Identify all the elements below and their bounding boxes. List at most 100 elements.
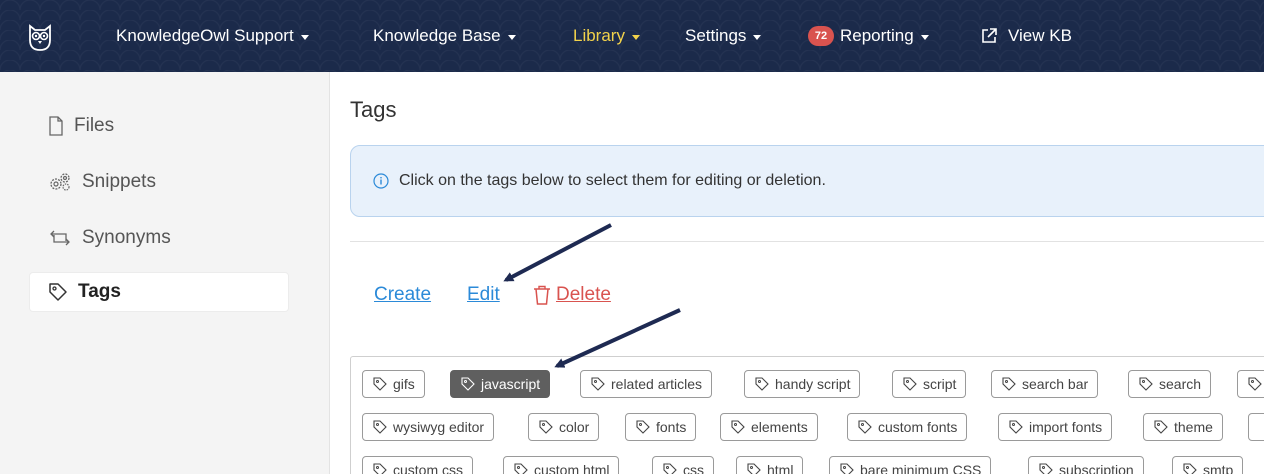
tag-icon <box>755 377 769 391</box>
tag-label: elements <box>751 419 808 435</box>
nav-label: Library <box>573 26 625 45</box>
file-icon <box>49 116 63 136</box>
tag-label: import fonts <box>1029 419 1103 435</box>
tag-item[interactable]: wysiwyg editor <box>362 413 495 441</box>
gears-icon <box>50 173 70 191</box>
sidebar-item-label: Synonyms <box>82 227 171 248</box>
info-icon <box>373 173 389 189</box>
tag-icon <box>663 463 677 474</box>
notification-badge: 72 <box>808 26 834 46</box>
tag-label: gifs <box>393 376 415 392</box>
tag-item[interactable]: color <box>528 413 600 441</box>
tag-item[interactable]: smtp <box>1172 456 1244 474</box>
tag-item[interactable]: custom fonts <box>847 413 968 441</box>
tag-item-selected[interactable]: javascript <box>450 370 551 398</box>
tag-label: theme <box>1174 419 1213 435</box>
tag-icon <box>461 377 475 391</box>
tag-item[interactable] <box>1248 413 1264 441</box>
delete-button[interactable]: Delete <box>533 284 611 306</box>
tag-item[interactable]: theme <box>1143 413 1223 441</box>
nav-view-kb[interactable]: View KB <box>980 0 1072 72</box>
tag-item[interactable]: handy script <box>744 370 861 398</box>
info-alert: Click on the tags below to select them f… <box>350 145 1264 217</box>
tag-item[interactable]: search bar <box>991 370 1099 398</box>
tag-icon <box>1009 420 1023 434</box>
tag-item[interactable]: script <box>892 370 967 398</box>
nav-knowledgeowl-support[interactable]: KnowledgeOwl Support <box>116 0 309 72</box>
chevron-down-icon <box>631 34 640 40</box>
sidebar-item-files[interactable]: Files <box>30 107 288 145</box>
tag-item[interactable]: bare minimum CSS <box>829 456 992 474</box>
tag-label: html <box>767 462 794 474</box>
tag-label: search <box>1159 376 1202 392</box>
delete-label: Delete <box>556 284 611 305</box>
nav-knowledge-base[interactable]: Knowledge Base <box>373 0 516 72</box>
tag-icon <box>840 463 854 474</box>
tag-icon <box>1139 377 1153 391</box>
tag-icon <box>1248 377 1262 391</box>
tag-label: wysiwyg editor <box>393 419 485 435</box>
owl-logo-icon[interactable] <box>26 22 54 52</box>
nav-settings[interactable]: Settings <box>685 0 762 72</box>
trash-icon <box>534 285 550 305</box>
tag-label: subscription <box>1059 462 1134 474</box>
tag-icon <box>373 420 387 434</box>
tag-item[interactable]: related articles <box>580 370 713 398</box>
tag-icon <box>1002 377 1016 391</box>
tag-icon <box>858 420 872 434</box>
sidebar-item-synonyms[interactable]: Synonyms <box>30 219 288 257</box>
tag-label: custom css <box>393 462 464 474</box>
tag-icon <box>1039 463 1053 474</box>
tag-label: custom fonts <box>878 419 958 435</box>
tag-item[interactable]: gifs <box>362 370 425 398</box>
create-button[interactable]: Create <box>374 284 431 306</box>
nav-reporting[interactable]: 72 Reporting <box>808 0 929 72</box>
tag-icon <box>514 463 528 474</box>
tag-item[interactable]: html <box>736 456 804 474</box>
tag-icon <box>539 420 553 434</box>
sidebar-item-tags[interactable]: Tags <box>30 273 288 311</box>
tag-label: smtp <box>1203 462 1234 474</box>
tag-item[interactable]: search <box>1128 370 1212 398</box>
tag-icon <box>1154 420 1168 434</box>
edit-button[interactable]: Edit <box>467 284 500 306</box>
chevron-down-icon <box>753 34 762 40</box>
tag-label: javascript <box>481 376 541 392</box>
tag-icon <box>591 377 605 391</box>
page-title: Tags <box>350 97 397 122</box>
swap-icon <box>50 230 70 246</box>
tag-item[interactable]: css <box>652 456 714 474</box>
tag-item[interactable]: custom css <box>362 456 474 474</box>
tag-icon <box>49 283 67 301</box>
divider <box>350 241 1264 242</box>
tag-item[interactable]: subscription <box>1028 456 1144 474</box>
chevron-down-icon <box>507 34 516 40</box>
nav-label: Reporting <box>840 26 914 45</box>
tag-label: handy script <box>775 376 851 392</box>
tag-label: fonts <box>656 419 687 435</box>
tag-item[interactable]: elements <box>720 413 818 441</box>
chevron-down-icon <box>300 34 309 40</box>
tag-icon <box>636 420 650 434</box>
tag-item[interactable]: custom html <box>503 456 620 474</box>
sidebar-item-label: Snippets <box>82 171 156 192</box>
tag-label: color <box>559 419 590 435</box>
sidebar-item-snippets[interactable]: Snippets <box>30 163 288 201</box>
tag-label: css <box>683 462 704 474</box>
tag-item[interactable] <box>1237 370 1264 398</box>
tag-item[interactable]: import fonts <box>998 413 1113 441</box>
tag-icon <box>373 463 387 474</box>
tag-icon <box>747 463 761 474</box>
tag-label: related articles <box>611 376 703 392</box>
tag-icon <box>731 420 745 434</box>
nav-library[interactable]: Library <box>573 0 640 72</box>
sidebar-item-label: Files <box>74 115 115 136</box>
external-link-icon <box>982 28 997 43</box>
top-navbar: KnowledgeOwl Support Knowledge Base Libr… <box>0 0 1264 72</box>
tag-icon <box>373 377 387 391</box>
nav-label: KnowledgeOwl Support <box>116 26 294 45</box>
tag-label: script <box>923 376 957 392</box>
tag-item[interactable]: fonts <box>625 413 697 441</box>
tag-label: bare minimum CSS <box>860 462 982 474</box>
nav-label: Settings <box>685 26 747 45</box>
